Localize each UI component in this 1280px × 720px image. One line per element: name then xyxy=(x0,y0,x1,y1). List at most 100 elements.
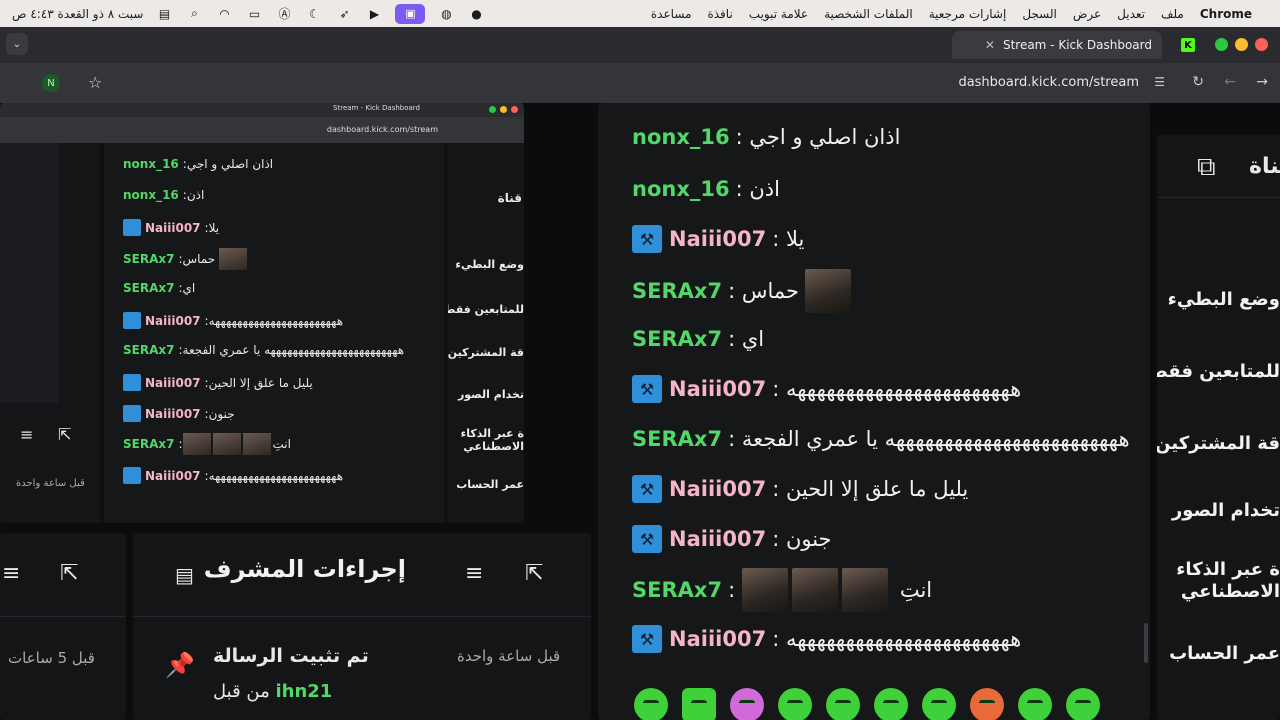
chat-text: ههههههههههههههههههههههههه يا عمري الفجعة xyxy=(741,427,1130,451)
chat-text: حماس xyxy=(741,279,799,303)
emote-smile-icon[interactable] xyxy=(874,688,908,720)
chat-message: ⚒ Naiii007: هههههههههههههههههههههههه xyxy=(632,625,1021,653)
search-icon[interactable]: ⌕ xyxy=(185,6,203,21)
mini-chat-message: Naiii007: جنون xyxy=(123,405,235,422)
forward-icon[interactable]: ← xyxy=(1224,74,1236,90)
subscribers-only-toggle[interactable]: قة المشتركين xyxy=(1157,433,1280,454)
chat-text: اي xyxy=(741,327,765,351)
chat-separator: : xyxy=(728,427,742,451)
followers-only-toggle[interactable]: للمتابعين فقط xyxy=(1157,361,1280,382)
close-tab-icon[interactable]: ✕ xyxy=(985,38,995,52)
chat-separator: : xyxy=(728,279,742,303)
menu-bookmarks[interactable]: إشارات مرجعية xyxy=(929,7,1007,21)
chat-message: SERAx7: انتِ xyxy=(632,568,932,612)
menu-profiles[interactable]: الملفات الشخصية xyxy=(824,7,913,21)
back-icon[interactable]: → xyxy=(1256,74,1268,90)
chat-separator: : xyxy=(772,527,786,551)
chat-separator: : xyxy=(728,578,742,602)
tab-kick-dashboard[interactable]: ✕ Stream - Kick Dashboard xyxy=(952,31,1162,59)
emote-robot-icon[interactable] xyxy=(682,688,716,720)
status-area: سبت ٨ ذو القعدة ٤:٤٣ ص ▤ ⌕ ◠ ▭ Ⓐ ☾ ➶ ▶ ▣… xyxy=(12,3,485,24)
menu-history[interactable]: السجل xyxy=(1022,7,1057,21)
chat-username[interactable]: nonx_16 xyxy=(632,177,730,201)
chat-text: هههههههههههههههههههههههه xyxy=(785,627,1022,651)
screen-share-preview: Stream - Kick Dashboard dashboard.kick.c… xyxy=(0,103,524,523)
chat-username[interactable]: Naiii007 xyxy=(669,227,766,251)
mini-side-item: عمر الحساب xyxy=(456,478,524,491)
emote-headphones-icon[interactable] xyxy=(730,688,764,720)
menu-help[interactable]: مساعدة xyxy=(651,7,692,21)
mini-side-item: ة عبر الذكاء الاصطناعي xyxy=(460,427,524,453)
chat-username[interactable]: Naiii007 xyxy=(669,477,766,501)
mini-url: dashboard.kick.com/stream xyxy=(326,125,438,134)
profile-avatar[interactable]: N xyxy=(42,74,60,92)
chat-username[interactable]: SERAx7 xyxy=(632,578,722,602)
emote-dizzy-icon[interactable] xyxy=(826,688,860,720)
control-center-icon[interactable]: ▤ xyxy=(155,7,173,21)
emote-sad-icon[interactable] xyxy=(1018,688,1052,720)
chat-message: nonx_16: اذان اصلي و اجي xyxy=(632,125,900,149)
divider xyxy=(0,616,126,617)
account-age-toggle[interactable]: عمر الحساب xyxy=(1157,643,1280,664)
battery-icon[interactable]: ▭ xyxy=(245,7,263,21)
mini-side-menu: قناة وضع البطيء للمتابعين فقط قة المشترك… xyxy=(448,143,524,523)
bookmark-star-icon[interactable]: ☆ xyxy=(88,73,102,92)
pin-icon: 📌 xyxy=(165,651,195,679)
mini-side-item: تخدام الصور xyxy=(457,388,524,401)
emote-love-icon[interactable] xyxy=(1066,688,1100,720)
popout-icon[interactable]: ⇱ xyxy=(60,561,78,586)
menu-file[interactable]: ملف xyxy=(1161,7,1184,21)
wifi-icon[interactable]: ◠ xyxy=(215,7,233,21)
popout-icon[interactable]: ⇱ xyxy=(525,561,543,586)
zoom-button[interactable] xyxy=(1215,38,1228,51)
emote-cool-icon[interactable] xyxy=(778,688,812,720)
menu-window[interactable]: نافذة xyxy=(707,7,732,21)
circle-icon[interactable]: ● xyxy=(467,7,485,21)
channel-settings-panel: ⧉ قناة وضع البطيء للمتابعين فقط قة المشت… xyxy=(1157,103,1280,720)
chat-username[interactable]: nonx_16 xyxy=(632,125,730,149)
moderator-badge-icon: ⚒ xyxy=(632,225,662,253)
rocket-icon[interactable]: ➶ xyxy=(335,7,353,21)
pinned-by-user[interactable]: ihn21 xyxy=(275,681,332,702)
chat-username[interactable]: SERAx7 xyxy=(632,427,722,451)
chat-username[interactable]: SERAx7 xyxy=(632,327,722,351)
menu-view[interactable]: عرض xyxy=(1073,7,1101,21)
close-window-button[interactable] xyxy=(1255,38,1268,51)
emote-clown-icon[interactable] xyxy=(970,688,1004,720)
globe-icon[interactable]: ◍ xyxy=(437,7,455,21)
input-source-icon[interactable]: Ⓐ xyxy=(275,7,293,21)
screen-record-icon[interactable]: ▣ xyxy=(395,3,426,24)
emote-angel-icon[interactable] xyxy=(634,688,668,720)
chat-separator: : xyxy=(728,327,742,351)
tab-search-button[interactable]: ⌄ xyxy=(6,33,28,55)
minimize-button[interactable] xyxy=(1235,38,1248,51)
chat-username[interactable]: SERAx7 xyxy=(632,279,722,303)
app-name[interactable]: Chrome xyxy=(1200,7,1252,21)
menu-edit[interactable]: تعديل xyxy=(1117,7,1145,21)
reload-icon[interactable]: ↻ xyxy=(1192,74,1204,90)
menu-tab[interactable]: علامة تبويب xyxy=(749,7,808,21)
mini-left-toolbar: ≡ ⇱ قبل ساعة واحدة xyxy=(0,143,100,523)
kick-logo-icon: K xyxy=(1181,38,1195,52)
chat-username[interactable]: Naiii007 xyxy=(669,527,766,551)
emote-image xyxy=(791,568,838,612)
chat-text: اذان اصلي و اجي xyxy=(749,125,901,149)
ai-moderation-toggle[interactable]: ة عبر الذكاء الاصطناعي xyxy=(1157,559,1280,603)
filter-icon[interactable]: ≡ xyxy=(465,561,483,586)
mini-chat-message: SERAx7: حماس xyxy=(123,248,249,270)
filter-icon[interactable]: ≡ xyxy=(2,561,20,586)
chat-username[interactable]: Naiii007 xyxy=(669,627,766,651)
mini-tab-bar: Stream - Kick Dashboard xyxy=(0,103,524,117)
chat-scrollbar[interactable] xyxy=(1144,623,1148,663)
chat-username[interactable]: Naiii007 xyxy=(669,377,766,401)
moderator-actions-panel: ⇱ ≡ إجراءات المشرف ▤ قبل ساعة واحدة تم ت… xyxy=(133,533,591,720)
site-settings-icon[interactable]: ☰ xyxy=(1154,75,1165,89)
clock[interactable]: سبت ٨ ذو القعدة ٤:٤٣ ص xyxy=(12,7,143,21)
emote-grin-icon[interactable] xyxy=(922,688,956,720)
chat-message: ⚒ Naiii007: جنون xyxy=(632,525,832,553)
emote-usage-toggle[interactable]: تخدام الصور xyxy=(1157,500,1280,521)
url-field[interactable]: dashboard.kick.com/stream xyxy=(958,75,1139,90)
video-icon[interactable]: ▶ xyxy=(365,7,383,21)
moon-icon[interactable]: ☾ xyxy=(305,7,323,21)
slow-mode-toggle[interactable]: وضع البطيء xyxy=(1157,289,1280,310)
